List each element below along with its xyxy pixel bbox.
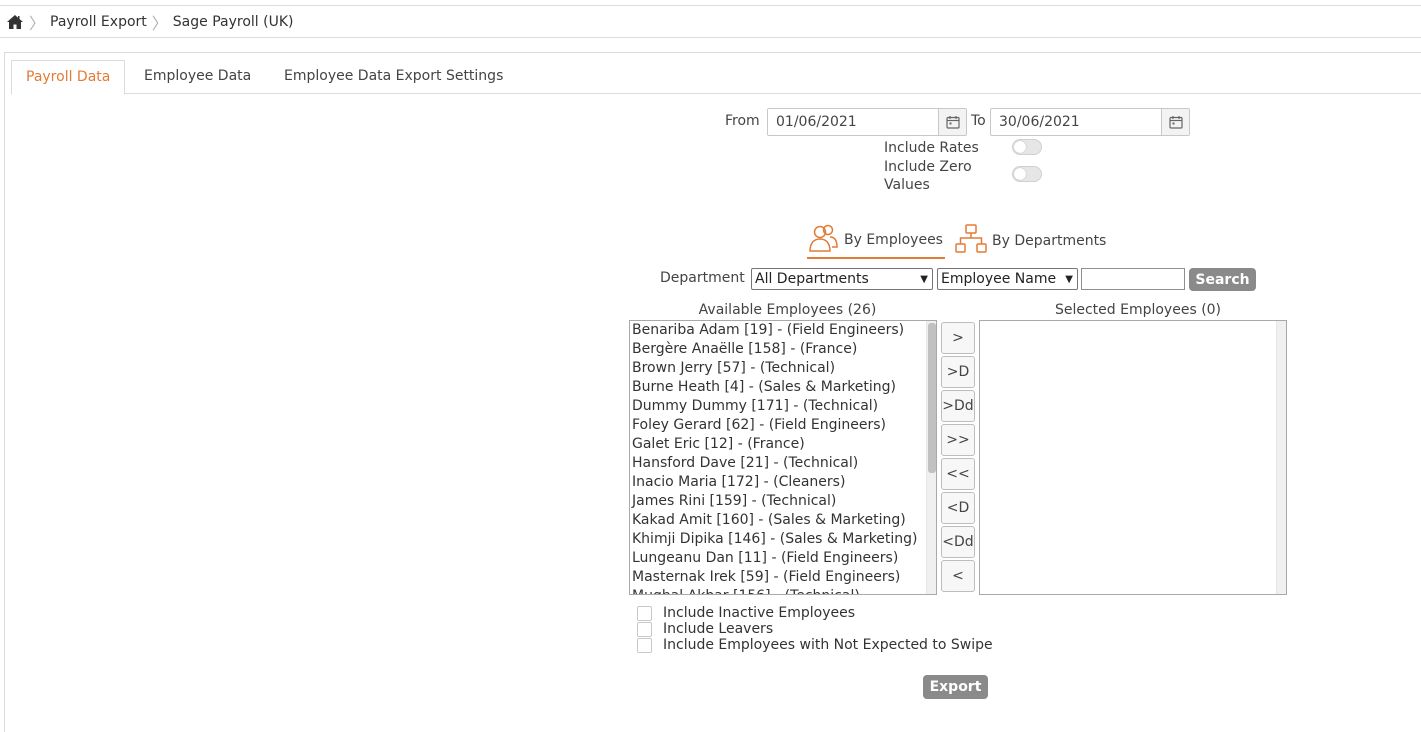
users-icon [807, 222, 839, 258]
by-departments-tab[interactable]: By Departments [955, 222, 1106, 259]
tab-employee-data[interactable]: Employee Data [130, 60, 265, 94]
list-item[interactable]: Masternak Irek [59] - (Field Engineers) [630, 568, 926, 587]
list-item[interactable]: Galet Eric [12] - (France) [630, 435, 926, 454]
calendar-icon[interactable] [938, 109, 966, 135]
list-item[interactable]: Dummy Dummy [171] - (Technical) [630, 397, 926, 416]
include-not-expected-row[interactable]: Include Employees with Not Expected to S… [637, 637, 993, 653]
search-button[interactable]: Search [1189, 268, 1256, 291]
list-item[interactable]: Burne Heath [4] - (Sales & Marketing) [630, 378, 926, 397]
include-inactive-row[interactable]: Include Inactive Employees [637, 605, 855, 621]
scrollbar-thumb[interactable] [928, 323, 936, 473]
by-departments-label: By Departments [992, 232, 1107, 249]
department-select[interactable]: All Departments ▼ [751, 268, 933, 290]
include-leavers-label: Include Leavers [663, 621, 774, 637]
by-employees-label: By Employees [844, 231, 943, 248]
sort-by-select-value: Employee Name [941, 271, 1057, 287]
selected-list-scrollbar[interactable] [1276, 321, 1286, 594]
available-employees-title: Available Employees (26) [698, 302, 877, 318]
chevron-down-icon: ▼ [920, 273, 928, 285]
list-item[interactable]: Kakad Amit [160] - (Sales & Marketing) [630, 511, 926, 530]
to-label: To [971, 113, 986, 129]
list-item[interactable]: James Rini [159] - (Technical) [630, 492, 926, 511]
breadcrumb: 〉 Payroll Export 〉 Sage Payroll (UK) [0, 5, 1421, 38]
tab-bar: Payroll Data Employee Data Employee Data… [11, 60, 1421, 95]
tab-employee-data-export-settings[interactable]: Employee Data Export Settings [270, 60, 517, 94]
list-item[interactable]: Foley Gerard [62] - (Field Engineers) [630, 416, 926, 435]
move-all-left-button[interactable]: << [941, 458, 975, 490]
breadcrumb-separator-icon: 〉 [29, 13, 46, 33]
list-item[interactable]: Brown Jerry [57] - (Technical) [630, 359, 926, 378]
breadcrumb-separator-icon: 〉 [151, 13, 168, 33]
include-inactive-checkbox[interactable] [637, 605, 652, 621]
move-all-right-button[interactable]: >> [941, 424, 975, 456]
move-department-descendants-left-button[interactable]: <Dd [941, 526, 975, 558]
tab-payroll-data[interactable]: Payroll Data [11, 60, 126, 95]
export-button[interactable]: Export [923, 675, 988, 699]
available-list-scrollbar[interactable] [926, 321, 936, 594]
include-zero-values-label: Include Zero Values [884, 159, 972, 193]
home-icon[interactable] [6, 14, 24, 30]
from-label: From [725, 113, 760, 129]
from-date-value[interactable]: 01/06/2021 [768, 109, 938, 135]
move-department-right-button[interactable]: >D [941, 356, 975, 388]
selected-employees-list[interactable] [979, 320, 1287, 595]
list-item[interactable]: Inacio Maria [172] - (Cleaners) [630, 473, 926, 492]
department-label: Department [660, 270, 745, 286]
breadcrumb-sage-payroll[interactable]: Sage Payroll (UK) [173, 14, 294, 30]
chevron-down-icon: ▼ [1065, 273, 1073, 285]
move-buttons: > >D >Dd >> << <D <Dd < [941, 322, 975, 594]
department-select-value: All Departments [755, 271, 869, 287]
list-item[interactable]: Hansford Dave [21] - (Technical) [630, 454, 926, 473]
move-department-left-button[interactable]: <D [941, 492, 975, 524]
list-item[interactable]: Khimji Dipika [146] - (Sales & Marketing… [630, 530, 926, 549]
include-zero-values-toggle[interactable] [1012, 166, 1042, 182]
include-not-expected-label: Include Employees with Not Expected to S… [663, 637, 993, 653]
from-date-field[interactable]: 01/06/2021 [767, 108, 967, 136]
by-employees-tab[interactable]: By Employees [807, 222, 945, 259]
move-selected-left-button[interactable]: < [941, 560, 975, 592]
sort-by-select[interactable]: Employee Name ▼ [937, 268, 1078, 290]
include-leavers-checkbox[interactable] [637, 621, 652, 637]
selected-employees-title: Selected Employees (0) [1054, 302, 1222, 318]
include-leavers-row[interactable]: Include Leavers [637, 621, 773, 637]
move-department-descendants-right-button[interactable]: >Dd [941, 390, 975, 422]
org-chart-icon [955, 223, 987, 259]
include-rates-toggle[interactable] [1012, 139, 1042, 155]
include-rates-label: Include Rates [884, 140, 979, 156]
list-item[interactable]: Bergère Anaëlle [158] - (France) [630, 340, 926, 359]
list-item[interactable]: Benariba Adam [19] - (Field Engineers) [630, 321, 926, 340]
search-input[interactable] [1081, 268, 1185, 290]
to-date-field[interactable]: 30/06/2021 [990, 108, 1190, 136]
include-inactive-label: Include Inactive Employees [663, 605, 856, 621]
calendar-icon[interactable] [1161, 109, 1189, 135]
include-not-expected-checkbox[interactable] [637, 637, 652, 653]
available-employees-list[interactable]: Benariba Adam [19] - (Field Engineers) Be… [629, 320, 937, 595]
list-item[interactable]: Mughal Akbar [156] - (Technical) [630, 587, 926, 594]
list-item[interactable]: Lungeanu Dan [11] - (Field Engineers) [630, 549, 926, 568]
to-date-value[interactable]: 30/06/2021 [991, 109, 1161, 135]
move-selected-right-button[interactable]: > [941, 322, 975, 354]
breadcrumb-payroll-export[interactable]: Payroll Export [50, 14, 147, 30]
